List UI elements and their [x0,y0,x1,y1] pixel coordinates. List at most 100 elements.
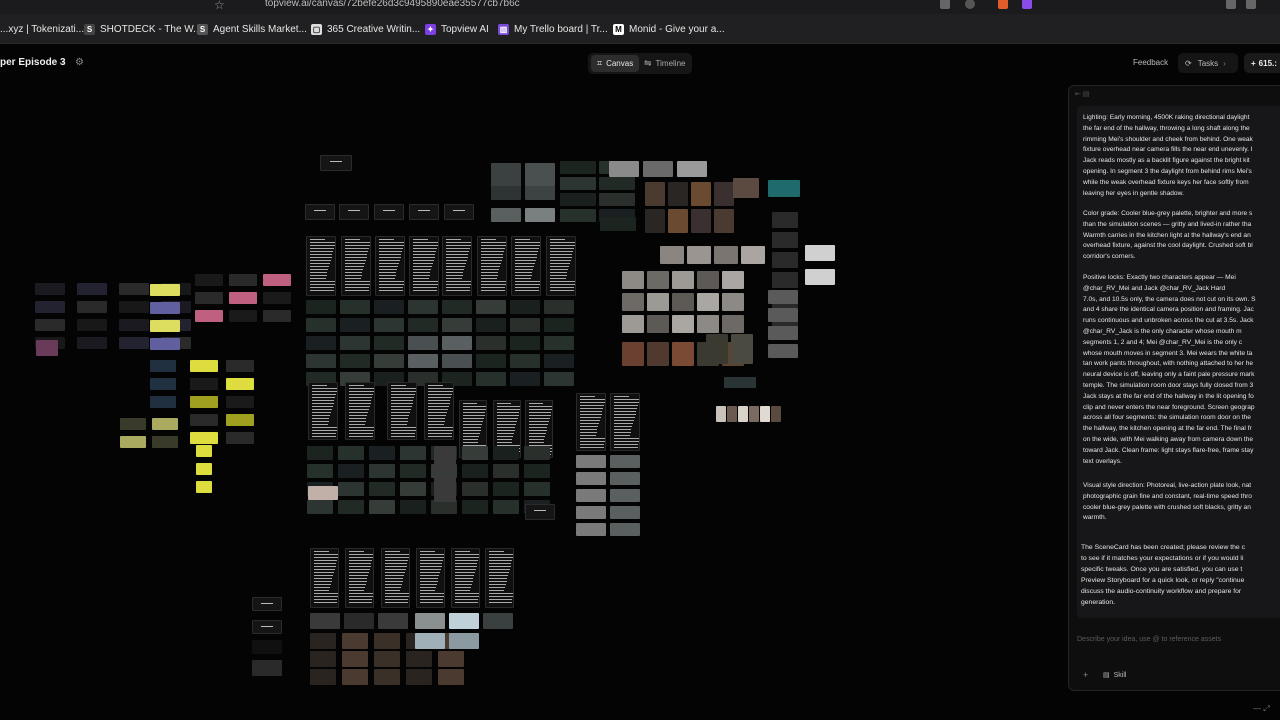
scene-frame[interactable] [493,446,519,460]
character-frame[interactable] [691,182,711,206]
script-document[interactable] [345,548,374,608]
project-title[interactable]: per Episode 3 [0,57,66,68]
scene-frame[interactable] [431,500,457,514]
scene-frame[interactable] [438,669,464,685]
character-frame[interactable] [672,342,694,366]
text-node[interactable] [320,155,352,171]
character-frame[interactable] [687,246,711,264]
shot-layout-frame[interactable] [229,274,257,286]
scene-frame[interactable] [733,178,759,198]
character-frame[interactable] [716,406,726,422]
shot-layout-frame[interactable] [150,378,176,390]
scene-frame[interactable] [610,506,640,519]
character-frame[interactable] [645,209,665,233]
scene-frame[interactable] [768,326,798,340]
shot-layout-frame[interactable] [190,414,218,426]
shot-layout-frame[interactable] [150,284,180,296]
shot-layout-frame[interactable] [196,481,212,493]
scene-frame[interactable] [369,500,395,514]
scene-frame[interactable] [338,464,364,478]
scene-frame[interactable] [378,613,408,629]
character-frame[interactable] [749,406,759,422]
character-frame[interactable] [622,293,644,311]
script-document[interactable] [345,382,375,440]
scene-frame[interactable] [544,300,574,314]
scene-frame[interactable] [524,482,550,496]
character-frame[interactable] [697,271,719,289]
bookmark-star-icon[interactable]: ☆ [214,0,225,12]
scene-frame[interactable] [442,300,472,314]
text-node[interactable] [252,620,282,634]
character-frame[interactable] [722,315,744,333]
extension-icon[interactable] [998,0,1008,9]
character-frame[interactable] [668,209,688,233]
scene-frame[interactable] [560,177,596,190]
scene-frame[interactable] [525,208,555,222]
scene-frame[interactable] [408,336,438,350]
search-icon[interactable] [965,0,975,9]
character-frame[interactable] [647,293,669,311]
scene-frame[interactable] [524,464,550,478]
scene-frame[interactable] [374,651,400,667]
character-frame[interactable] [714,209,734,233]
scene-frame[interactable] [442,336,472,350]
scene-frame[interactable] [462,464,488,478]
extension-icon[interactable] [940,0,950,9]
shot-layout-frame[interactable] [35,283,65,295]
scene-frame[interactable] [510,300,540,314]
scene-frame[interactable] [400,482,426,496]
shot-layout-frame[interactable] [226,378,254,390]
character-frame[interactable] [691,209,711,233]
shot-layout-frame[interactable] [195,274,223,286]
scene-frame[interactable] [491,186,521,200]
scene-frame[interactable] [310,613,340,629]
scene-frame[interactable] [576,506,606,519]
scene-frame[interactable] [307,500,333,514]
scene-frame[interactable] [342,633,368,649]
text-node[interactable] [252,597,282,611]
scene-frame[interactable] [576,489,606,502]
scene-frame[interactable] [374,336,404,350]
character-frame[interactable] [697,315,719,333]
shot-layout-frame[interactable] [119,319,149,331]
scene-frame[interactable] [610,489,640,502]
shot-layout-frame[interactable] [119,283,149,295]
character-frame[interactable] [434,446,456,472]
shot-layout-frame[interactable] [150,302,180,314]
scene-frame[interactable] [342,651,368,667]
scene-frame[interactable] [344,613,374,629]
scene-frame[interactable] [510,372,540,386]
gear-icon[interactable]: ⚙ [75,57,84,68]
scene-frame[interactable] [768,180,800,197]
scene-frame[interactable] [340,354,370,368]
panel-controls-icon[interactable]: — ⤢ [1253,704,1270,714]
scene-frame[interactable] [462,500,488,514]
extension-icon[interactable] [1022,0,1032,9]
scene-frame[interactable] [408,300,438,314]
add-attachment-icon[interactable]: + [1083,670,1088,680]
scene-frame[interactable] [476,300,506,314]
scene-frame[interactable] [493,500,519,514]
scene-frame[interactable] [525,186,555,200]
bookmark-item[interactable]: M Monid - Give your a... [613,21,725,37]
character-frame[interactable] [672,315,694,333]
scene-frame[interactable] [340,336,370,350]
scene-frame[interactable] [369,464,395,478]
scene-frame[interactable] [772,212,798,228]
tasks-button[interactable]: ⟳ Tasks › [1178,53,1238,73]
character-frame[interactable] [645,182,665,206]
shot-layout-frame[interactable] [196,463,212,475]
shot-layout-frame[interactable] [77,283,107,295]
scene-frame[interactable] [462,446,488,460]
credits-button[interactable]: +615.: [1244,53,1280,73]
script-document[interactable] [485,548,514,608]
scene-frame[interactable] [805,269,835,285]
scene-frame[interactable] [306,300,336,314]
shot-layout-frame[interactable] [119,301,149,313]
script-document[interactable] [409,236,439,296]
shot-layout-frame[interactable] [196,445,212,457]
scene-frame[interactable] [544,336,574,350]
scene-frame[interactable] [476,336,506,350]
shot-layout-frame[interactable] [36,340,58,356]
scene-frame[interactable] [340,318,370,332]
